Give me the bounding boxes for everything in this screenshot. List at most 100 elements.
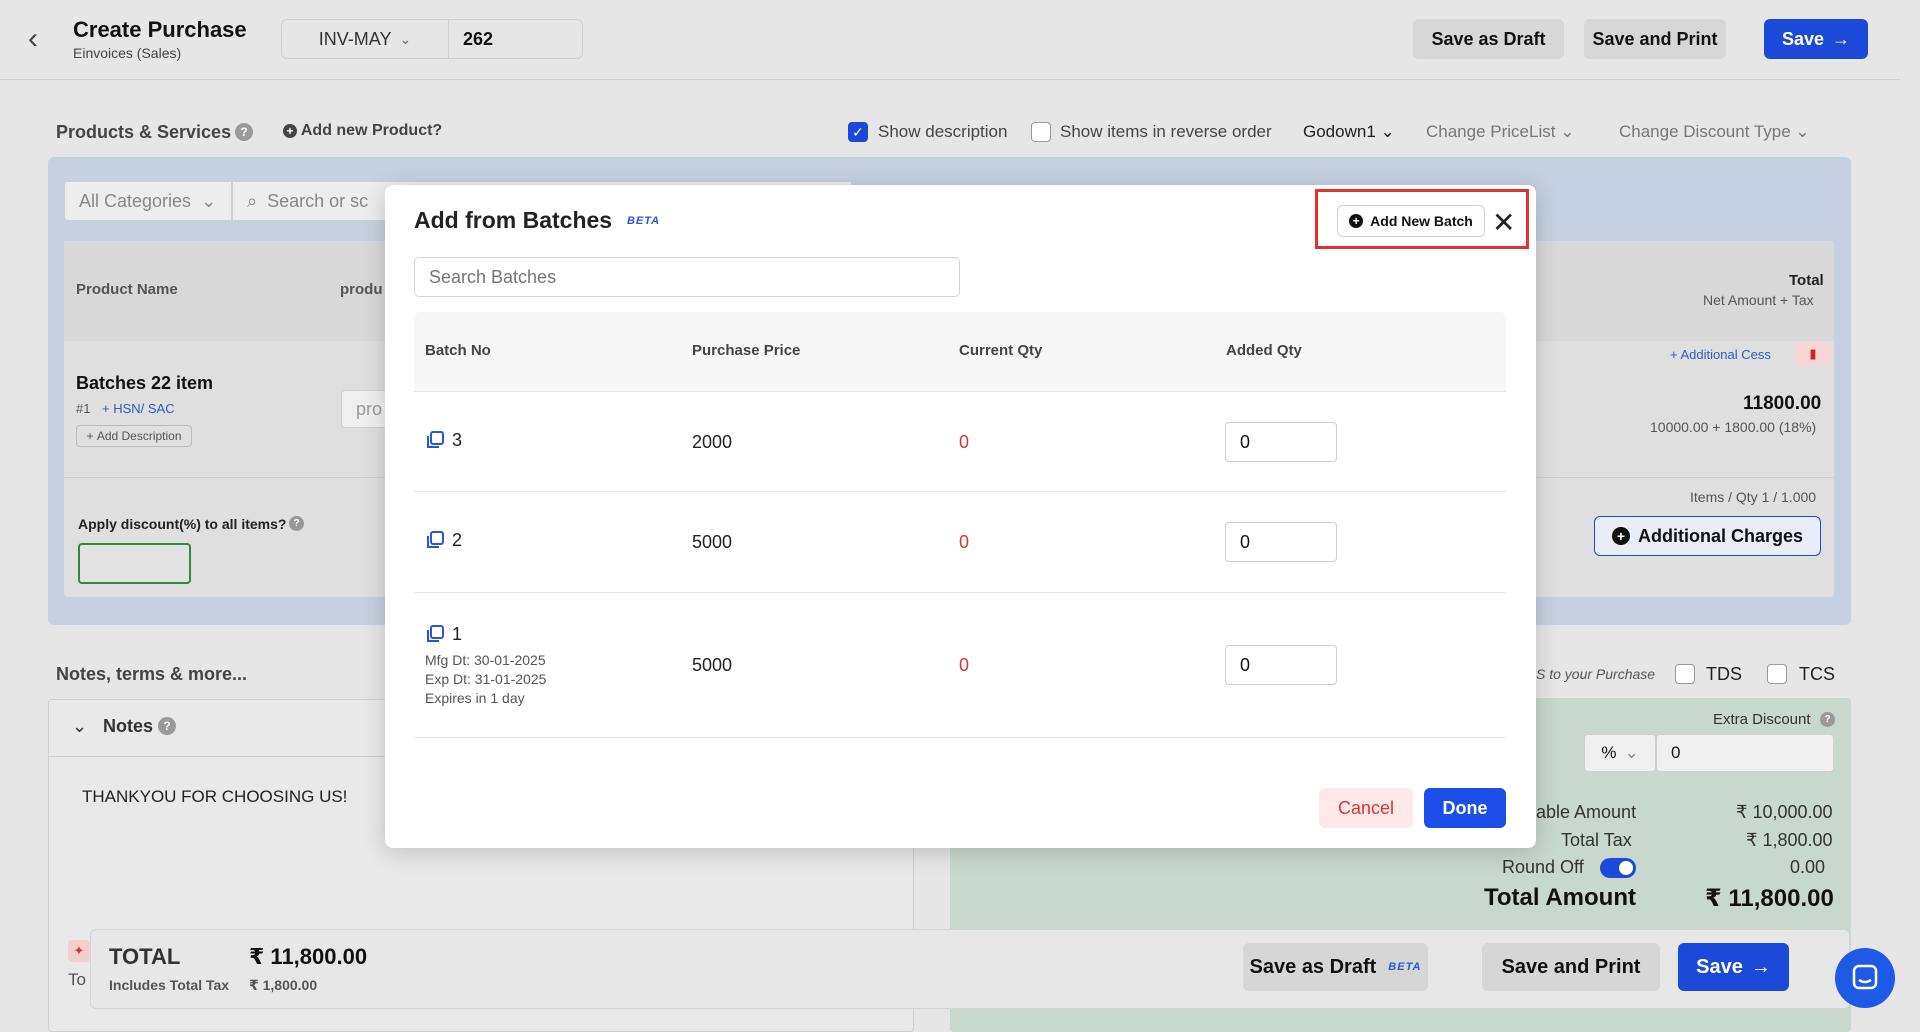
godown-select[interactable]: Godown1 ⌄: [1303, 122, 1395, 142]
chevron-down-icon: ⌄: [201, 190, 217, 211]
bottom-save-draft-button[interactable]: Save as Draft BETA: [1243, 943, 1428, 991]
item-breakdown: 10000.00 + 1800.00 (18%): [1650, 419, 1817, 435]
additional-charges-button[interactable]: + Additional Charges: [1594, 516, 1821, 556]
item-name: Batches 22 item: [76, 373, 214, 393]
purchase-price: 5000: [692, 532, 733, 552]
discount-type-select[interactable]: % ⌄: [1584, 734, 1656, 772]
add-description-label: Add Description: [96, 429, 182, 443]
search-batches-input[interactable]: [414, 257, 960, 297]
added-qty-input[interactable]: [1225, 645, 1337, 685]
save-button[interactable]: Save →: [1764, 19, 1868, 59]
bottom-total-label: TOTAL: [109, 944, 181, 969]
chevron-down-icon: ⌄: [1380, 122, 1395, 141]
col-product: produ: [340, 281, 383, 298]
add-new-product-link[interactable]: + Add new Product?: [283, 122, 442, 140]
arrow-right-icon: →: [1832, 28, 1851, 49]
batch-no: 2: [452, 530, 463, 550]
chevron-down-icon: ⌄: [1560, 122, 1575, 141]
items-qty-summary: Items / Qty 1 / 1.000: [1690, 489, 1817, 505]
page-subtitle: Einvoices (Sales): [73, 45, 182, 61]
divider: [414, 737, 1506, 738]
notes-text[interactable]: THANKYOU FOR CHOOSING US!: [82, 787, 347, 807]
chevron-down-icon[interactable]: ⌄: [72, 716, 87, 737]
close-icon[interactable]: ✕: [1492, 206, 1515, 239]
copy-icon[interactable]: [425, 624, 445, 649]
reverse-order-checkbox[interactable]: [1031, 122, 1051, 142]
tcs-checkbox[interactable]: [1767, 664, 1787, 684]
copy-icon[interactable]: [425, 530, 445, 555]
total-tax-value: ₹ 1,800.00: [1746, 830, 1833, 850]
products-section-title: Products & Services: [56, 122, 232, 142]
help-icon[interactable]: ?: [289, 516, 304, 531]
category-select[interactable]: All Categories ⌄: [64, 181, 232, 221]
discount-type-value: %: [1601, 743, 1617, 762]
mfg-date: Mfg Dt: 30-01-2025: [425, 652, 546, 668]
back-arrow-icon[interactable]: ‹: [28, 22, 38, 56]
invoice-number-field[interactable]: 262: [448, 19, 583, 59]
current-qty: 0: [959, 655, 970, 675]
tds-hint: S to your Purchase: [1536, 666, 1656, 682]
round-off-toggle[interactable]: [1600, 858, 1636, 878]
hsn-link[interactable]: + HSN/ SAC: [102, 401, 175, 416]
additional-cess-link[interactable]: + Additional Cess: [1670, 347, 1771, 362]
current-qty: 0: [959, 432, 970, 452]
apply-discount-label: Apply discount(%) to all items?: [78, 516, 287, 532]
purchase-price: 2000: [692, 432, 733, 452]
item-total: 11800.00: [1743, 393, 1822, 414]
help-icon[interactable]: ?: [1820, 712, 1835, 727]
sparkle-icon[interactable]: ✦: [68, 940, 90, 962]
save-draft-button[interactable]: Save as Draft: [1413, 19, 1564, 59]
bottom-save-draft-label: Save as Draft: [1249, 955, 1377, 978]
divider: [414, 592, 1506, 593]
cancel-button[interactable]: Cancel: [1319, 788, 1413, 828]
total-amount-label: Total Amount: [1484, 884, 1636, 911]
save-print-button[interactable]: Save and Print: [1584, 19, 1726, 59]
copy-icon[interactable]: [425, 430, 445, 455]
delete-item-icon[interactable]: ▮: [1795, 342, 1831, 366]
search-icon: ⌕: [247, 190, 258, 211]
bottom-save-button[interactable]: Save →: [1678, 943, 1789, 991]
chevron-down-icon: ⌄: [399, 30, 412, 47]
bottom-total-value: ₹ 11,800.00: [249, 944, 368, 969]
bottom-save-print-button[interactable]: Save and Print: [1482, 943, 1660, 991]
chevron-down-icon: ⌄: [1795, 122, 1810, 141]
round-off-label: Round Off: [1502, 857, 1584, 877]
apply-discount-input[interactable]: [78, 543, 191, 584]
change-discount-label: Change Discount Type: [1619, 122, 1791, 141]
discount-value-input[interactable]: 0: [1656, 734, 1834, 772]
modal-beta-badge: BETA: [627, 215, 661, 227]
invoice-series-value: INV-MAY: [318, 28, 392, 49]
col-batch-no: Batch No: [425, 342, 491, 359]
col-current-qty: Current Qty: [959, 342, 1043, 359]
modal-title: Add from Batches: [414, 207, 613, 233]
chat-support-button[interactable]: [1835, 948, 1895, 1008]
invoice-series-select[interactable]: INV-MAY ⌄: [281, 19, 449, 59]
done-button[interactable]: Done: [1424, 788, 1506, 828]
item-index: #1: [76, 401, 91, 416]
help-icon[interactable]: ?: [235, 123, 253, 141]
col-purchase-price: Purchase Price: [692, 342, 801, 359]
tds-checkbox[interactable]: [1675, 664, 1695, 684]
added-qty-input[interactable]: [1225, 522, 1337, 562]
show-description-checkbox[interactable]: ✓: [848, 122, 868, 142]
additional-charges-label: Additional Charges: [1637, 525, 1803, 546]
godown-value: Godown1: [1303, 122, 1376, 141]
help-icon[interactable]: ?: [158, 717, 176, 735]
change-discount-select[interactable]: Change Discount Type ⌄: [1619, 122, 1810, 142]
add-description-button[interactable]: + Add Description: [76, 425, 192, 447]
add-new-batch-button[interactable]: + Add New Batch: [1337, 205, 1485, 237]
round-off-value: 0.00: [1790, 857, 1826, 877]
change-pricelist-select[interactable]: Change PriceList ⌄: [1426, 122, 1574, 142]
notes-section-title: Notes, terms & more...: [56, 664, 248, 684]
total-tax-label: Total Tax: [1561, 830, 1632, 850]
hsn-label: HSN/ SAC: [113, 401, 175, 416]
item-product-input[interactable]: pro: [341, 390, 391, 428]
added-qty-input[interactable]: [1225, 422, 1337, 462]
purchase-price: 5000: [692, 655, 733, 675]
exp-date: Exp Dt: 31-01-2025: [425, 671, 547, 687]
chevron-down-icon: ⌄: [1624, 743, 1639, 762]
batch-no: 1: [452, 624, 463, 644]
product-search-placeholder: Search or sc: [267, 190, 369, 211]
batch-no: 3: [452, 430, 463, 450]
reverse-order-label: Show items in reverse order: [1060, 122, 1272, 141]
